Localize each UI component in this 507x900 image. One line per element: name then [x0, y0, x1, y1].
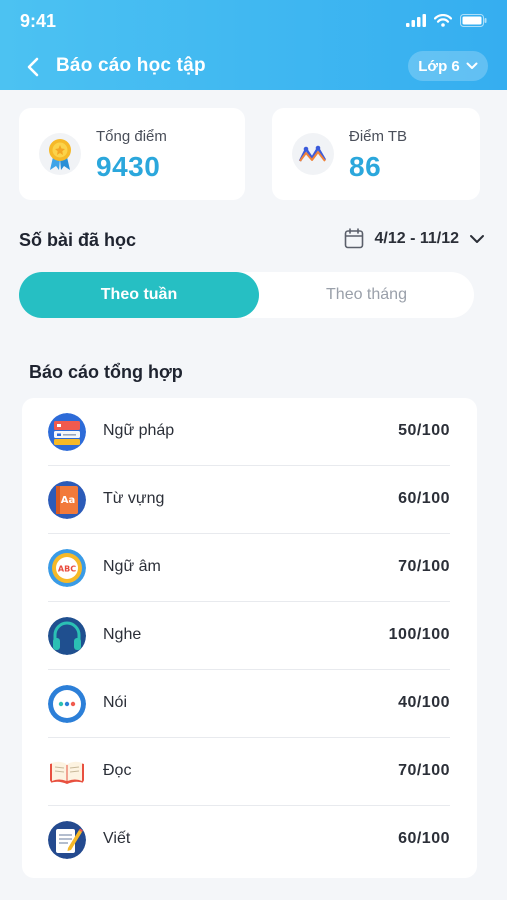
medal-icon	[39, 133, 81, 175]
writing-icon	[48, 821, 86, 859]
grade-selector[interactable]: Lớp 6	[408, 51, 488, 81]
total-score-card: Tổng điểm 9430	[19, 108, 245, 200]
summary-item-label: Viết	[103, 830, 131, 847]
summary-item-score: 100/100	[388, 626, 450, 643]
headphones-icon	[48, 617, 86, 655]
summary-item-phonetics[interactable]: ABC Ngữ âm 70/100	[48, 534, 450, 602]
summary-list: Ngữ pháp 50/100 Aa Từ vựng 60/100 ABC Ng…	[22, 398, 477, 878]
grade-label: Lớp 6	[418, 57, 460, 75]
summary-item-reading[interactable]: Đọc 70/100	[48, 738, 450, 806]
summary-item-score: 70/100	[398, 558, 450, 575]
summary-item-label: Đọc	[103, 762, 132, 779]
total-score-label: Tổng điểm	[96, 128, 167, 145]
svg-text:Aa: Aa	[61, 495, 76, 506]
summary-item-score: 60/100	[398, 490, 450, 507]
chart-line-icon	[292, 133, 334, 175]
summary-item-listening[interactable]: Nghe 100/100	[48, 602, 450, 670]
status-time: 9:41	[20, 11, 57, 31]
lessons-title: Số bài đã học	[19, 230, 137, 250]
summary-item-label: Nghe	[103, 626, 142, 643]
period-toggle: Theo tuần Theo tháng	[19, 272, 474, 318]
grammar-icon	[48, 413, 86, 451]
book-icon	[48, 753, 86, 791]
chevron-down-icon	[470, 234, 484, 243]
phonetics-icon: ABC	[48, 549, 86, 587]
summary-item-writing[interactable]: Viết 60/100	[48, 806, 450, 874]
summary-item-label: Từ vựng	[103, 490, 165, 507]
tab-weekly[interactable]: Theo tuần	[19, 272, 259, 318]
average-score-label: Điểm TB	[349, 128, 408, 145]
tab-monthly[interactable]: Theo tháng	[259, 272, 474, 318]
signal-icon	[406, 14, 426, 27]
summary-item-score: 70/100	[398, 762, 450, 779]
speech-bubble-icon	[48, 685, 86, 723]
summary-item-vocabulary[interactable]: Aa Từ vựng 60/100	[48, 466, 450, 534]
summary-item-score: 50/100	[398, 422, 450, 439]
summary-item-score: 60/100	[398, 830, 450, 847]
chevron-left-icon	[27, 57, 39, 77]
summary-item-grammar[interactable]: Ngữ pháp 50/100	[48, 398, 450, 466]
calendar-icon	[345, 228, 364, 249]
summary-item-label: Ngữ âm	[103, 558, 161, 575]
summary-item-score: 40/100	[398, 694, 450, 711]
date-range-picker[interactable]: 4/12 - 11/12	[344, 228, 485, 249]
summary-title: Báo cáo tổng hợp	[29, 362, 183, 382]
back-button[interactable]	[22, 54, 44, 80]
svg-text:ABC: ABC	[58, 565, 76, 574]
total-score-value: 9430	[96, 151, 161, 182]
average-score-value: 86	[349, 151, 382, 182]
status-bar: 9:41	[0, 0, 507, 44]
status-icons	[406, 14, 487, 27]
nav-bar: Báo cáo học tập Lớp 6	[0, 44, 507, 90]
vocabulary-icon: Aa	[48, 481, 86, 519]
app-header: 9:41 Báo cáo học tập Lớp 6	[0, 0, 507, 90]
page-title: Báo cáo học tập	[56, 55, 206, 76]
summary-item-speaking[interactable]: Nói 40/100	[48, 670, 450, 738]
summary-item-label: Ngữ pháp	[103, 422, 175, 439]
chevron-down-icon	[466, 62, 478, 69]
date-range-text: 4/12 - 11/12	[374, 229, 459, 247]
wifi-icon	[434, 14, 452, 27]
average-score-card: Điểm TB 86	[272, 108, 480, 200]
battery-icon	[460, 14, 487, 27]
summary-item-label: Nói	[103, 694, 128, 711]
